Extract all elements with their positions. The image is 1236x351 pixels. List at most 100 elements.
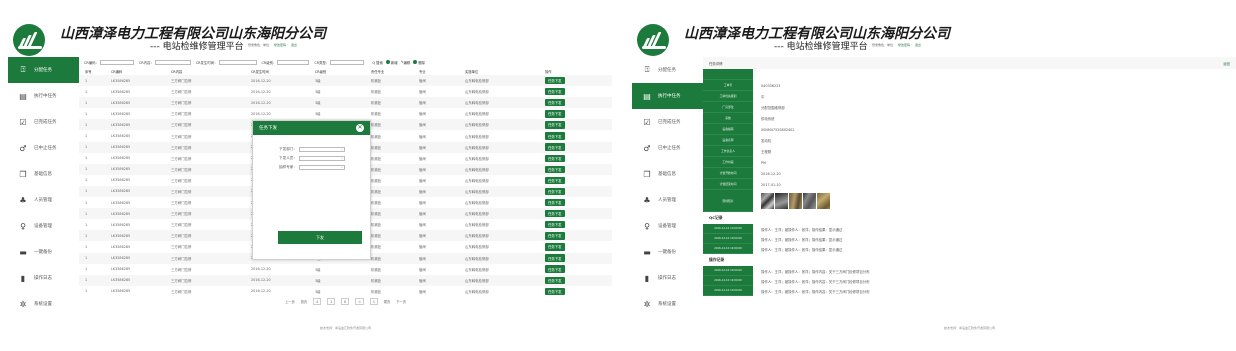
- photo-thumbnail[interactable]: [775, 193, 788, 209]
- dispatch-task-button[interactable]: 任务下发: [545, 276, 565, 284]
- photo-thumbnail[interactable]: [789, 193, 802, 209]
- sidebar-item[interactable]: ♀ 设备管理: [632, 213, 703, 239]
- table-cell: 三方阀门拉修: [171, 134, 192, 139]
- cr-time-label: CR发生时间：: [195, 60, 218, 65]
- detail-label: 设备编码: [703, 124, 753, 135]
- cr-time-input[interactable]: [218, 59, 257, 65]
- table-cell: 管阀: [419, 134, 426, 139]
- dispatch-task-button[interactable]: 任务下发: [545, 121, 565, 129]
- column-header: 责任专业: [365, 67, 413, 75]
- dispatch-submit-button[interactable]: 下发: [278, 231, 362, 244]
- page-number[interactable]: 6: [341, 298, 350, 306]
- photo-thumbnail[interactable]: [761, 193, 774, 209]
- sidebar-item[interactable]: ⍐ 分配任务: [632, 57, 703, 83]
- dispatch-task-button[interactable]: 任务下发: [545, 143, 565, 151]
- sidebar-item[interactable]: ⍐ 分配任务: [8, 57, 79, 83]
- dept-label: 下发部门：: [279, 147, 297, 151]
- sidebar-item[interactable]: ✲ 系统设置: [8, 291, 79, 317]
- sidebar-item[interactable]: ▤ 执行中任务: [632, 83, 703, 109]
- sidebar-item[interactable]: ☑ 已完成任务: [8, 109, 79, 135]
- table-cell: 3级: [309, 97, 365, 109]
- photo-thumbnail[interactable]: [817, 193, 830, 209]
- dept-select[interactable]: [299, 147, 345, 152]
- table-cell: 任务下发: [539, 230, 612, 242]
- table-cell: 1: [79, 274, 105, 286]
- expert-select[interactable]: [299, 165, 345, 170]
- page-number[interactable]: 1: [327, 298, 336, 306]
- page-number[interactable]: <: [355, 298, 364, 306]
- sidebar-item[interactable]: ✲ 系统设置: [632, 291, 703, 317]
- table-row: 1LK3586285三方阀门拉修2016-12-203级机械处管阀山东韩电检修部…: [79, 75, 612, 87]
- cr-level-select[interactable]: [277, 59, 310, 65]
- search-button[interactable]: Q 搜索: [372, 60, 383, 65]
- dispatch-task-button[interactable]: 任务下发: [545, 132, 565, 140]
- first-page-button[interactable]: 首页: [301, 299, 307, 304]
- add-button[interactable]: 新增: [385, 60, 398, 65]
- sidebar-item[interactable]: ☑ 已完成任务: [632, 109, 703, 135]
- person-select[interactable]: [299, 156, 345, 161]
- back-button[interactable]: 返回: [1223, 61, 1230, 66]
- detail-row: 工作负责人 王程刚: [703, 146, 1236, 157]
- sidebar-item[interactable]: ❐ 基础信息: [632, 161, 703, 187]
- dispatch-task-button[interactable]: 任务下发: [545, 198, 565, 207]
- detail-label: 计划开始时间: [703, 168, 753, 179]
- sidebar-item[interactable]: ♀ 设备管理: [8, 213, 79, 239]
- dispatch-task-button[interactable]: 任务下发: [545, 221, 565, 229]
- dispatch-task-button[interactable]: 任务下发: [545, 87, 565, 96]
- detail-row: [703, 69, 1236, 80]
- table-header: 序号 CR编码 CR内容 CR发生时间 CR级别 责任专业 专业 实施单位 操作: [79, 67, 612, 75]
- footer-text: 技术支持：青岛金汇软件开发有限公司: [319, 326, 371, 330]
- sidebar-item[interactable]: ♣ 人员管理: [8, 187, 79, 213]
- cr-type-select[interactable]: [330, 59, 365, 65]
- next-page-button[interactable]: 下一页: [396, 299, 406, 304]
- change-password-link[interactable]: 修改密码: [274, 43, 286, 47]
- photo-thumbnail[interactable]: [803, 193, 816, 209]
- table-cell: 山东韩电检修部: [459, 185, 539, 198]
- dispatch-task-button[interactable]: 任务下发: [545, 110, 565, 118]
- sidebar-item[interactable]: ♣ 人员管理: [632, 187, 703, 213]
- detail-row: 工单号 040336223: [703, 80, 1236, 91]
- sidebar-item-label: 已中止任务: [34, 146, 57, 151]
- sidebar-item[interactable]: ❐ 基础信息: [8, 161, 79, 187]
- sidebar-item-label: 基础信息: [658, 172, 676, 177]
- edit-button[interactable]: ✎ 编辑: [401, 60, 411, 65]
- table-cell: 2016-12-20: [245, 97, 309, 109]
- table-cell: 三方阀门拉修: [171, 201, 192, 206]
- sidebar-item[interactable]: ▮ 操作日志: [8, 265, 79, 291]
- dispatch-task-button[interactable]: 任务下发: [545, 187, 565, 196]
- sidebar-item[interactable]: ♂ 已中止任务: [632, 135, 703, 161]
- logout-link[interactable]: 退出: [291, 43, 297, 47]
- dispatch-task-button[interactable]: 任务下发: [545, 265, 565, 273]
- page-number[interactable]: 1: [369, 298, 378, 306]
- dispatch-task-button[interactable]: 任务下发: [545, 165, 565, 173]
- logout-link[interactable]: 退出: [915, 43, 921, 47]
- dispatch-task-button[interactable]: 任务下发: [545, 243, 565, 251]
- sidebar-item[interactable]: ♂ 已中止任务: [8, 135, 79, 161]
- close-icon[interactable]: ✕: [356, 124, 364, 132]
- dispatch-task-button[interactable]: 任务下发: [545, 76, 565, 85]
- table-cell: 任务下发: [539, 286, 612, 297]
- sidebar-item[interactable]: ▤ 执行中任务: [8, 83, 79, 109]
- dispatch-task-button[interactable]: 任务下发: [545, 154, 565, 162]
- dispatch-task-button[interactable]: 任务下发: [545, 232, 565, 240]
- cr-content-input[interactable]: [154, 59, 191, 65]
- sidebar-item[interactable]: ▬ 一键备份: [632, 239, 703, 265]
- sidebar-item[interactable]: ▮ 操作日志: [632, 265, 703, 291]
- table-cell: 山东韩电检修部: [465, 223, 489, 228]
- dispatch-task-button[interactable]: 任务下发: [545, 287, 565, 296]
- sidebar-item-label: 执行中任务: [34, 94, 57, 99]
- dispatch-task-button[interactable]: 任务下发: [545, 99, 565, 107]
- dispatch-task-button[interactable]: 任务下发: [545, 209, 565, 218]
- prev-page-button[interactable]: 上一页: [285, 299, 295, 304]
- table-cell: 1: [79, 97, 105, 109]
- page-number[interactable]: 4: [313, 298, 322, 306]
- dispatch-task-button[interactable]: 任务下发: [545, 254, 565, 262]
- table-cell: 三方阀门拉修: [171, 90, 192, 95]
- cr-code-input[interactable]: [99, 59, 134, 65]
- delete-button[interactable]: 删除: [413, 60, 425, 65]
- sidebar-item[interactable]: ▬ 一键备份: [8, 239, 79, 265]
- last-page-button[interactable]: 尾页: [384, 299, 390, 304]
- dispatch-task-button[interactable]: 任务下发: [545, 176, 565, 185]
- change-password-link[interactable]: 修改密码: [898, 43, 910, 47]
- app-header: 山西漳泽电力工程有限公司山东海阳分公司 --- 电站检维修管理平台 登录角色：单…: [632, 20, 1236, 60]
